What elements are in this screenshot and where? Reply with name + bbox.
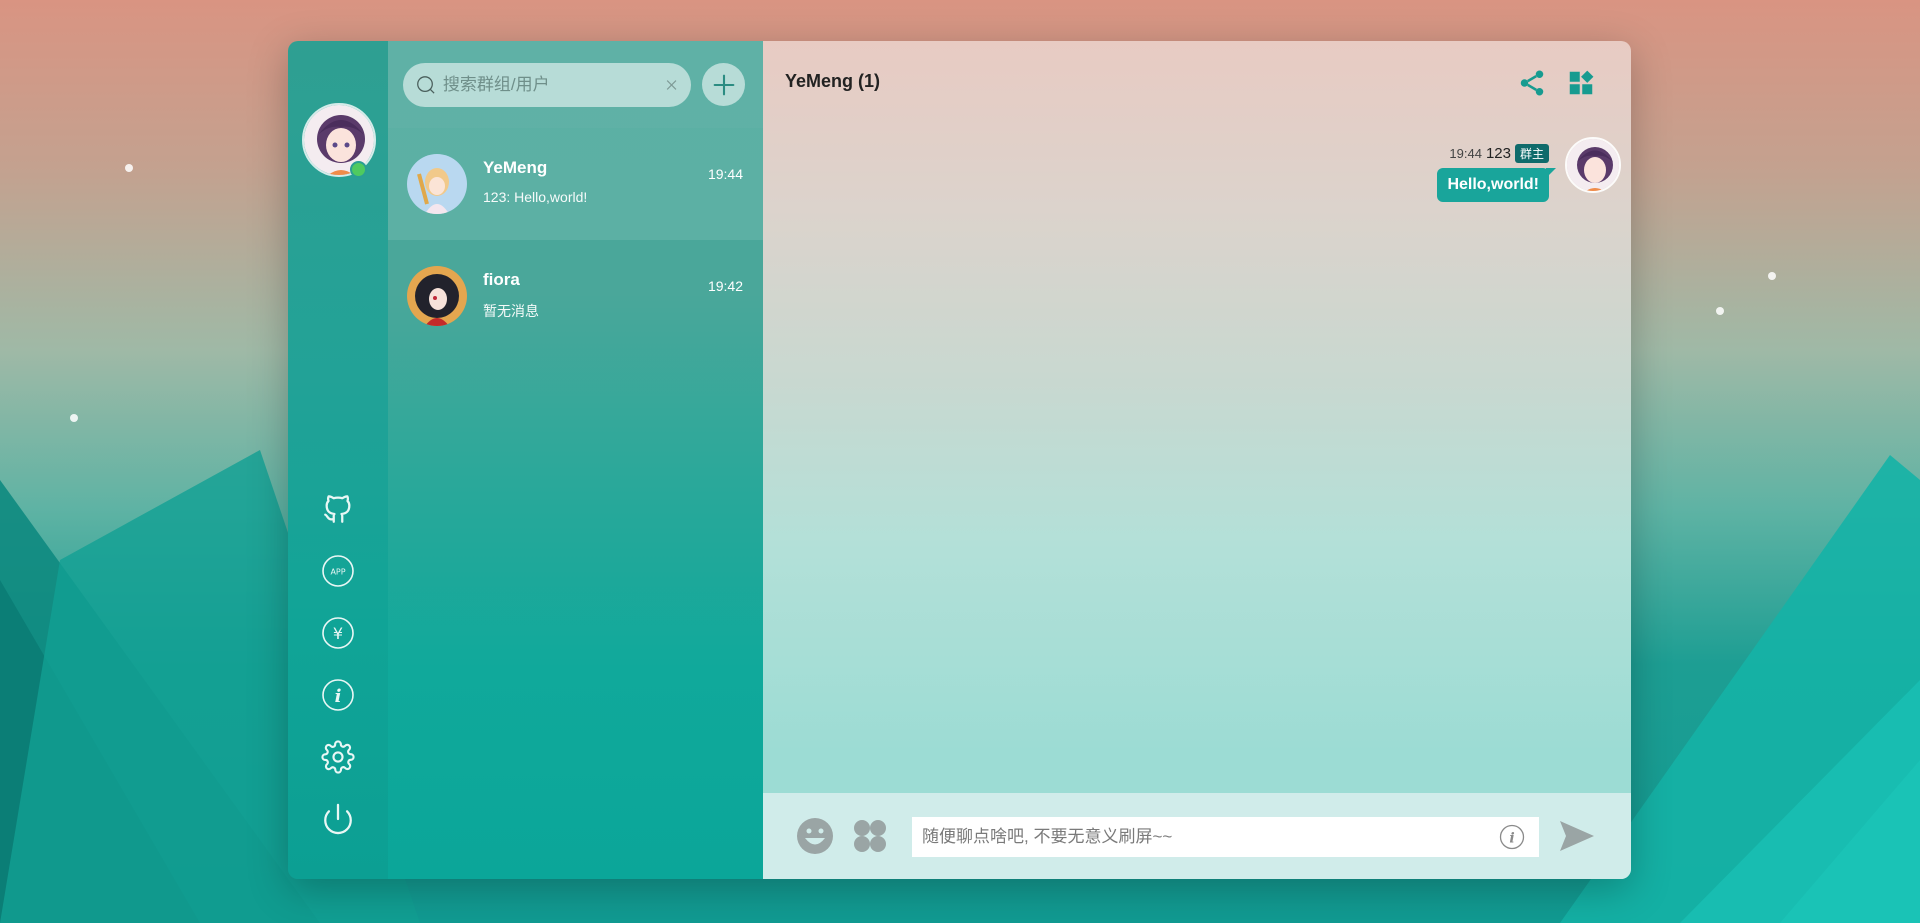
conversation-time: 19:42: [707, 278, 743, 294]
search-bar: [388, 41, 763, 128]
svg-text:i: i: [335, 686, 342, 707]
plus-icon: [713, 74, 734, 95]
sidebar-rail: APP ¥ i: [288, 41, 388, 879]
svg-text:APP: APP: [330, 568, 345, 577]
star-dot: [125, 164, 133, 172]
star-dot: [70, 414, 78, 422]
settings-icon[interactable]: [320, 739, 356, 775]
group-info-icon[interactable]: [1566, 68, 1596, 98]
add-group-button[interactable]: [702, 63, 745, 106]
message-composer: i: [763, 793, 1631, 879]
conversation-avatar: [407, 154, 467, 214]
input-info-icon[interactable]: i: [1499, 824, 1525, 850]
conversation-list-panel: YeMeng 19:44 123: Hello,world! fiora 19:…: [388, 41, 763, 879]
conversation-last-message: 暂无消息: [483, 303, 539, 319]
conversation-last-message: 123: Hello,world!: [483, 189, 588, 205]
search-box[interactable]: [403, 63, 691, 107]
svg-text:¥: ¥: [333, 624, 343, 643]
svg-text:i: i: [1509, 831, 1514, 847]
conversation-item-yemeng[interactable]: YeMeng 19:44 123: Hello,world!: [388, 128, 763, 240]
owner-badge: 群主: [1514, 144, 1549, 163]
features-icon[interactable]: [851, 817, 889, 855]
send-icon[interactable]: [1558, 817, 1596, 855]
conversation-time: 19:44: [707, 166, 743, 182]
message-avatar[interactable]: [1565, 137, 1621, 193]
conversation-item-fiora[interactable]: fiora 19:42 暂无消息: [388, 240, 763, 352]
app-icon[interactable]: APP: [320, 553, 356, 589]
conversation-name: fiora: [483, 270, 520, 289]
conversation-name: YeMeng: [483, 158, 548, 177]
clear-search-icon[interactable]: [664, 76, 679, 94]
message-bubble: Hello,world!: [1437, 168, 1556, 202]
chat-title: YeMeng (1): [785, 71, 881, 91]
message-meta: 19:44 123 群主: [1449, 144, 1549, 163]
star-dot: [1716, 307, 1724, 315]
conversation-avatar: [407, 266, 467, 326]
online-status-dot: [350, 161, 367, 178]
share-icon[interactable]: [1517, 68, 1547, 98]
message-input[interactable]: [912, 817, 1539, 857]
yuan-icon[interactable]: ¥: [320, 615, 356, 651]
emoji-icon[interactable]: [796, 817, 834, 855]
message-sender: 123: [1485, 145, 1511, 162]
chat-panel: YeMeng (1) 19:44 123 群主 Hello,world! i: [763, 41, 1631, 879]
github-icon[interactable]: [320, 491, 356, 527]
info-icon[interactable]: i: [320, 677, 356, 713]
star-dot: [1768, 272, 1776, 280]
power-icon[interactable]: [320, 801, 356, 837]
message-time: 19:44: [1449, 146, 1482, 161]
chat-app-window: APP ¥ i Ye: [288, 41, 1631, 879]
search-icon: [417, 76, 435, 94]
search-input[interactable]: [442, 75, 664, 95]
